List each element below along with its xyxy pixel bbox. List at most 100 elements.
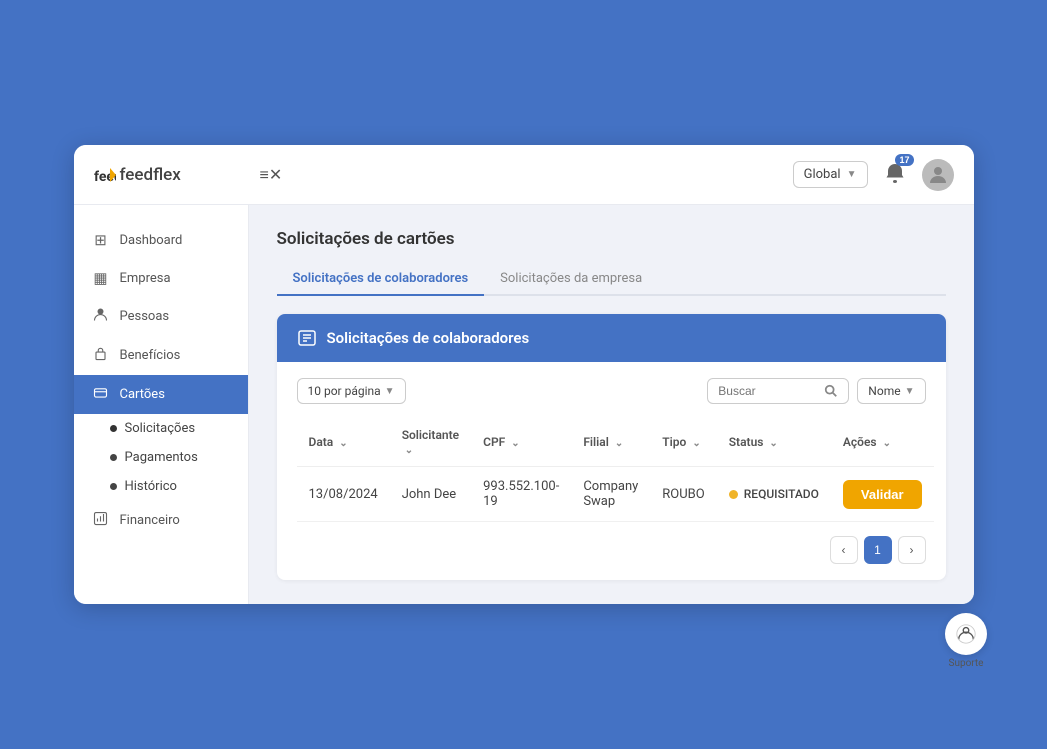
historico-dot — [110, 483, 117, 490]
main-content: Solicitações de cartões Solicitações de … — [249, 205, 974, 604]
cell-acoes: Validar — [831, 467, 934, 522]
col-data-sort-icon: ⌄ — [339, 438, 347, 449]
tab-colaboradores[interactable]: Solicitações de colaboradores — [277, 263, 485, 296]
dashboard-icon: ⊞ — [92, 231, 110, 249]
hamburger-button[interactable]: ≡✕ — [254, 159, 289, 191]
body-layout: ⊞ Dashboard ▦ Empresa Pessoas — [74, 205, 974, 604]
col-acoes[interactable]: Ações ⌄ — [831, 418, 934, 467]
cell-tipo: ROUBO — [650, 467, 716, 522]
per-page-chevron-icon: ▼ — [385, 386, 395, 397]
col-cpf-sort-icon: ⌄ — [511, 438, 519, 449]
pessoas-icon — [92, 307, 110, 326]
chevron-down-icon: ▼ — [847, 169, 857, 180]
pagamentos-dot — [110, 454, 117, 461]
avatar-icon — [926, 163, 950, 187]
table-row: 13/08/2024 John Dee 993.552.100-19 Compa… — [297, 467, 934, 522]
pagination-next[interactable]: › — [898, 536, 926, 564]
page-title: Solicitações de cartões — [277, 229, 946, 249]
col-data[interactable]: Data ⌄ — [297, 418, 390, 467]
sort-label: Nome — [868, 384, 900, 398]
top-bar: feed feedflex ≡✕ Global ▼ 17 — [74, 145, 974, 205]
toolbar: 10 por página ▼ — [297, 378, 926, 404]
col-acoes-sort-icon: ⌄ — [883, 438, 891, 449]
tabs: Solicitações de colaboradores Solicitaçõ… — [277, 263, 946, 296]
global-dropdown[interactable]: Global ▼ — [793, 161, 868, 188]
feedflex-logo-icon: feed — [94, 164, 116, 186]
logo: feed feedflex — [94, 164, 254, 186]
sidebar-sub-item-pagamentos[interactable]: Pagamentos — [92, 443, 248, 472]
search-input[interactable] — [718, 384, 818, 398]
solicitations-table: Data ⌄ Solicitante ⌄ CPF — [297, 418, 934, 522]
top-bar-right: Global ▼ 17 — [793, 158, 954, 191]
search-icon — [824, 384, 838, 398]
card-header-icon — [297, 328, 317, 348]
pagination-prev[interactable]: ‹ — [830, 536, 858, 564]
card-header: Solicitações de colaboradores — [277, 314, 946, 362]
col-solicitante[interactable]: Solicitante ⌄ — [390, 418, 471, 467]
pagination-page-1[interactable]: 1 — [864, 536, 892, 564]
search-input-wrap — [707, 378, 849, 404]
search-area: Nome ▼ — [707, 378, 925, 404]
status-text: REQUISITADO — [744, 487, 819, 501]
card-body: 10 por página ▼ — [277, 362, 946, 580]
notification-badge: 17 — [895, 154, 913, 166]
sidebar-label-beneficios: Benefícios — [120, 348, 181, 363]
per-page-label: 10 por página — [308, 384, 381, 398]
col-tipo[interactable]: Tipo ⌄ — [650, 418, 716, 467]
sidebar: ⊞ Dashboard ▦ Empresa Pessoas — [74, 205, 249, 604]
col-status[interactable]: Status ⌄ — [717, 418, 831, 467]
per-page-dropdown[interactable]: 10 por página ▼ — [297, 378, 406, 404]
cell-filial: Company Swap — [571, 467, 650, 522]
col-filial-sort-icon: ⌄ — [615, 438, 623, 449]
col-status-sort-icon: ⌄ — [769, 438, 777, 449]
app-container: feed feedflex ≡✕ Global ▼ 17 — [0, 0, 1047, 749]
sidebar-sub-item-historico[interactable]: Histórico — [92, 472, 248, 501]
sidebar-sub-label-pagamentos: Pagamentos — [125, 450, 198, 465]
sidebar-item-beneficios[interactable]: Benefícios — [74, 336, 248, 375]
cell-status: REQUISITADO — [717, 467, 831, 522]
sort-dropdown[interactable]: Nome ▼ — [857, 378, 925, 404]
support-circle — [945, 613, 987, 655]
validate-button[interactable]: Validar — [843, 480, 922, 509]
main-window: feed feedflex ≡✕ Global ▼ 17 — [74, 145, 974, 604]
sidebar-label-empresa: Empresa — [120, 271, 171, 286]
financeiro-icon — [92, 511, 110, 530]
sidebar-item-pessoas[interactable]: Pessoas — [74, 297, 248, 336]
status-dot — [729, 490, 738, 499]
sidebar-item-dashboard[interactable]: ⊞ Dashboard — [74, 221, 248, 259]
empresa-icon: ▦ — [92, 269, 110, 287]
col-solicitante-sort-icon: ⌄ — [405, 445, 413, 456]
sidebar-item-financeiro[interactable]: Financeiro — [74, 501, 248, 540]
cell-data: 13/08/2024 — [297, 467, 390, 522]
cartoes-icon — [92, 385, 110, 404]
pagination: ‹ 1 › — [297, 536, 926, 564]
tab-empresa[interactable]: Solicitações da empresa — [484, 263, 658, 296]
sidebar-sub-label-historico: Histórico — [125, 479, 177, 494]
sidebar-sub-label-solicitacoes: Solicitações — [125, 421, 196, 436]
sidebar-item-empresa[interactable]: ▦ Empresa — [74, 259, 248, 297]
sidebar-label-pessoas: Pessoas — [120, 309, 170, 324]
sidebar-label-cartoes: Cartões — [120, 387, 165, 402]
col-cpf[interactable]: CPF ⌄ — [471, 418, 571, 467]
global-label: Global — [804, 167, 841, 182]
card-header-title: Solicitações de colaboradores — [327, 329, 530, 347]
cell-solicitante: John Dee — [390, 467, 471, 522]
support-icon — [955, 623, 977, 645]
sidebar-label-dashboard: Dashboard — [120, 233, 183, 248]
sidebar-sub-item-solicitacoes[interactable]: Solicitações — [92, 414, 248, 443]
hamburger-icon: ≡✕ — [260, 165, 283, 185]
cell-cpf: 993.552.100-19 — [471, 467, 571, 522]
solicitacoes-dot — [110, 425, 117, 432]
col-tipo-sort-icon: ⌄ — [692, 438, 700, 449]
sidebar-item-cartoes[interactable]: Cartões — [74, 375, 248, 414]
col-filial[interactable]: Filial ⌄ — [571, 418, 650, 467]
beneficios-icon — [92, 346, 110, 365]
sidebar-label-financeiro: Financeiro — [120, 513, 180, 528]
status-badge: REQUISITADO — [729, 487, 819, 501]
support-fab[interactable]: Suporte — [945, 613, 987, 669]
notification-button[interactable]: 17 — [880, 158, 910, 191]
logo-text: feedflex — [120, 165, 181, 185]
sort-chevron-icon: ▼ — [905, 386, 915, 397]
avatar[interactable] — [922, 159, 954, 191]
solicitations-card: Solicitações de colaboradores 10 por pág… — [277, 314, 946, 580]
